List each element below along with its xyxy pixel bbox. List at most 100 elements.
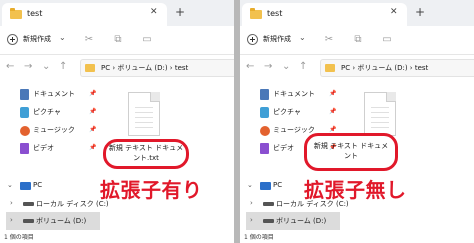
pin-icon: 📌 bbox=[329, 90, 337, 97]
pin-icon: 📌 bbox=[329, 108, 337, 115]
tab-title: test bbox=[267, 9, 283, 18]
up-icon[interactable]: ↑ bbox=[59, 62, 67, 72]
chevron-right-icon[interactable]: › bbox=[250, 199, 253, 207]
pin-icon: 📌 bbox=[89, 126, 97, 133]
sidebar-item-volume-d[interactable]: › ボリューム (D:) bbox=[6, 212, 100, 230]
sidebar-item-label: ミュージック bbox=[273, 126, 315, 134]
tab-close-icon[interactable]: ✕ bbox=[390, 7, 398, 17]
drive-icon bbox=[263, 219, 274, 223]
tab-title: test bbox=[27, 9, 43, 18]
tab-test[interactable]: test ✕ bbox=[242, 3, 407, 26]
command-bar: 新規作成 ⌄ ✂ ⧉ ▭ bbox=[240, 26, 474, 54]
sidebar-item-pc[interactable]: ⌄ PC bbox=[0, 178, 100, 194]
sidebar-item-label: ミュージック bbox=[33, 126, 75, 134]
title-bar: test ✕ + bbox=[240, 0, 474, 26]
picture-icon bbox=[20, 107, 29, 118]
new-tab-button[interactable]: + bbox=[415, 6, 425, 18]
forward-icon[interactable]: → bbox=[24, 62, 32, 72]
pin-icon: 📌 bbox=[89, 144, 97, 151]
breadcrumb-path: PC › ボリューム (D:) › test bbox=[101, 64, 189, 72]
text-file-icon[interactable] bbox=[128, 92, 160, 136]
chevron-down-icon: ⌄ bbox=[59, 33, 66, 42]
plus-icon bbox=[247, 34, 258, 45]
forward-icon[interactable]: → bbox=[264, 62, 272, 72]
pin-icon: 📌 bbox=[89, 90, 97, 97]
caption-without-extension: 拡張子無し bbox=[304, 178, 407, 202]
sidebar-item-pictures[interactable]: ピクチャ 📌 bbox=[240, 104, 340, 122]
pin-icon: 📌 bbox=[89, 108, 97, 115]
back-icon[interactable]: ← bbox=[246, 62, 254, 72]
sidebar-item-label: ボリューム (D:) bbox=[276, 217, 327, 225]
paste-icon[interactable]: ▭ bbox=[381, 34, 393, 46]
breadcrumb[interactable]: PC › ボリューム (D:) › test bbox=[80, 59, 234, 77]
file-name-label[interactable]: 新規 テキスト ドキュメント bbox=[313, 141, 389, 161]
music-icon bbox=[20, 126, 30, 136]
pin-icon: 📌 bbox=[329, 126, 337, 133]
pc-icon bbox=[20, 182, 31, 190]
document-icon bbox=[260, 89, 269, 100]
tab-test[interactable]: test ✕ bbox=[2, 3, 167, 26]
sidebar-item-label: ボリューム (D:) bbox=[36, 217, 87, 225]
sidebar-item-label: ピクチャ bbox=[33, 108, 61, 116]
sidebar-item-label: PC bbox=[33, 181, 43, 189]
file-name-label[interactable]: 新規 テキスト ドキュメント.txt bbox=[108, 143, 184, 163]
breadcrumb-path: PC › ボリューム (D:) › test bbox=[341, 64, 429, 72]
folder-icon bbox=[10, 8, 22, 19]
new-button-label: 新規作成 bbox=[263, 35, 291, 43]
title-bar: test ✕ + bbox=[0, 0, 234, 26]
document-icon bbox=[20, 89, 29, 100]
status-item-count: 1 個の項目 bbox=[4, 234, 34, 241]
sidebar-item-volume-d[interactable]: › ボリューム (D:) bbox=[246, 212, 340, 230]
breadcrumb[interactable]: PC › ボリューム (D:) › test bbox=[320, 59, 474, 77]
recent-down-icon[interactable]: ⌄ bbox=[282, 62, 290, 72]
chevron-down-icon[interactable]: ⌄ bbox=[247, 181, 253, 189]
sidebar-item-label: PC bbox=[273, 181, 283, 189]
drive-icon bbox=[23, 219, 34, 223]
music-icon bbox=[260, 126, 270, 136]
new-button-label: 新規作成 bbox=[23, 35, 51, 43]
sidebar-item-label: ドキュメント bbox=[273, 90, 315, 98]
sidebar-item-videos[interactable]: ビデオ 📌 bbox=[0, 140, 100, 158]
pc-icon bbox=[260, 182, 271, 190]
command-bar: 新規作成 ⌄ ✂ ⧉ ▭ bbox=[0, 26, 234, 54]
copy-icon[interactable]: ⧉ bbox=[112, 34, 124, 46]
address-bar: ← → ⌄ ↑ PC › ボリューム (D:) › test bbox=[240, 54, 474, 80]
tab-close-icon[interactable]: ✕ bbox=[150, 7, 158, 17]
explorer-window-without-extension: test ✕ + 新規作成 ⌄ ✂ ⧉ ▭ ← → ⌄ ↑ PC › ボリューム… bbox=[240, 0, 474, 243]
chevron-down-icon[interactable]: ⌄ bbox=[7, 181, 13, 189]
sidebar-item-local-disk-c[interactable]: › ローカル ディスク (C:) bbox=[6, 195, 109, 213]
explorer-window-with-extension: test ✕ + 新規作成 ⌄ ✂ ⧉ ▭ ← → ⌄ ↑ PC › ボリューム… bbox=[0, 0, 234, 243]
cut-icon[interactable]: ✂ bbox=[323, 34, 335, 46]
cut-icon[interactable]: ✂ bbox=[83, 34, 95, 46]
copy-icon[interactable]: ⧉ bbox=[352, 34, 364, 46]
caption-with-extension: 拡張子有り bbox=[100, 178, 203, 202]
plus-icon bbox=[7, 34, 18, 45]
address-bar: ← → ⌄ ↑ PC › ボリューム (D:) › test bbox=[0, 54, 234, 80]
back-icon[interactable]: ← bbox=[6, 62, 14, 72]
chevron-down-icon: ⌄ bbox=[299, 33, 306, 42]
chevron-right-icon[interactable]: › bbox=[250, 216, 253, 224]
folder-icon bbox=[325, 64, 335, 72]
new-tab-button[interactable]: + bbox=[175, 6, 185, 18]
sidebar-item-pictures[interactable]: ピクチャ 📌 bbox=[0, 104, 100, 122]
sidebar-item-label: ピクチャ bbox=[273, 108, 301, 116]
text-file-icon[interactable] bbox=[364, 92, 396, 136]
drive-icon bbox=[263, 202, 274, 206]
sidebar-item-label: ビデオ bbox=[273, 144, 294, 152]
chevron-right-icon[interactable]: › bbox=[10, 199, 13, 207]
sidebar-item-documents[interactable]: ドキュメント 📌 bbox=[0, 86, 100, 104]
up-icon[interactable]: ↑ bbox=[299, 62, 307, 72]
folder-icon bbox=[250, 8, 262, 19]
picture-icon bbox=[260, 107, 269, 118]
sidebar-item-documents[interactable]: ドキュメント 📌 bbox=[240, 86, 340, 104]
video-icon bbox=[20, 143, 29, 154]
sidebar-item-label: ローカル ディスク (C:) bbox=[36, 200, 109, 208]
video-icon bbox=[260, 143, 269, 154]
paste-icon[interactable]: ▭ bbox=[141, 34, 153, 46]
chevron-right-icon[interactable]: › bbox=[10, 216, 13, 224]
sidebar-item-label: ドキュメント bbox=[33, 90, 75, 98]
status-item-count: 1 個の項目 bbox=[244, 234, 274, 241]
recent-down-icon[interactable]: ⌄ bbox=[42, 62, 50, 72]
drive-icon bbox=[23, 202, 34, 206]
sidebar-item-music[interactable]: ミュージック 📌 bbox=[0, 122, 100, 140]
